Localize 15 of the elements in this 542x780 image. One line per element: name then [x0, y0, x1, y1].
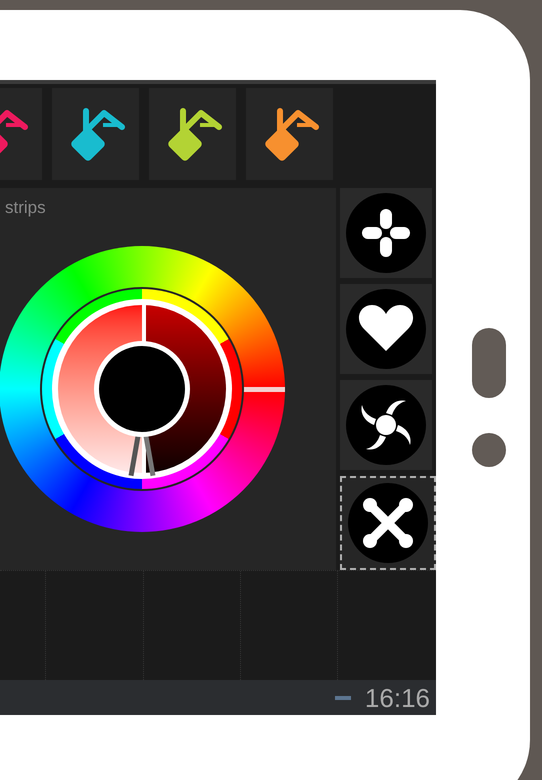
mode-button[interactable]: [340, 380, 432, 470]
side-button[interactable]: [472, 433, 506, 467]
x-shape-icon: [348, 483, 428, 563]
color-tile[interactable]: [246, 88, 333, 180]
clock: 16:16: [364, 684, 430, 712]
color-tile[interactable]: [52, 88, 139, 180]
mode-button[interactable]: [340, 188, 432, 278]
color-tile[interactable]: [149, 88, 236, 180]
dash-icon: [334, 696, 351, 700]
cross-icon: [346, 193, 426, 273]
mode-button[interactable]: [340, 284, 432, 374]
panel-title: strips: [5, 198, 46, 218]
mode-button[interactable]: [340, 476, 436, 570]
side-button[interactable]: [472, 328, 506, 398]
swirl-icon: [346, 385, 426, 465]
